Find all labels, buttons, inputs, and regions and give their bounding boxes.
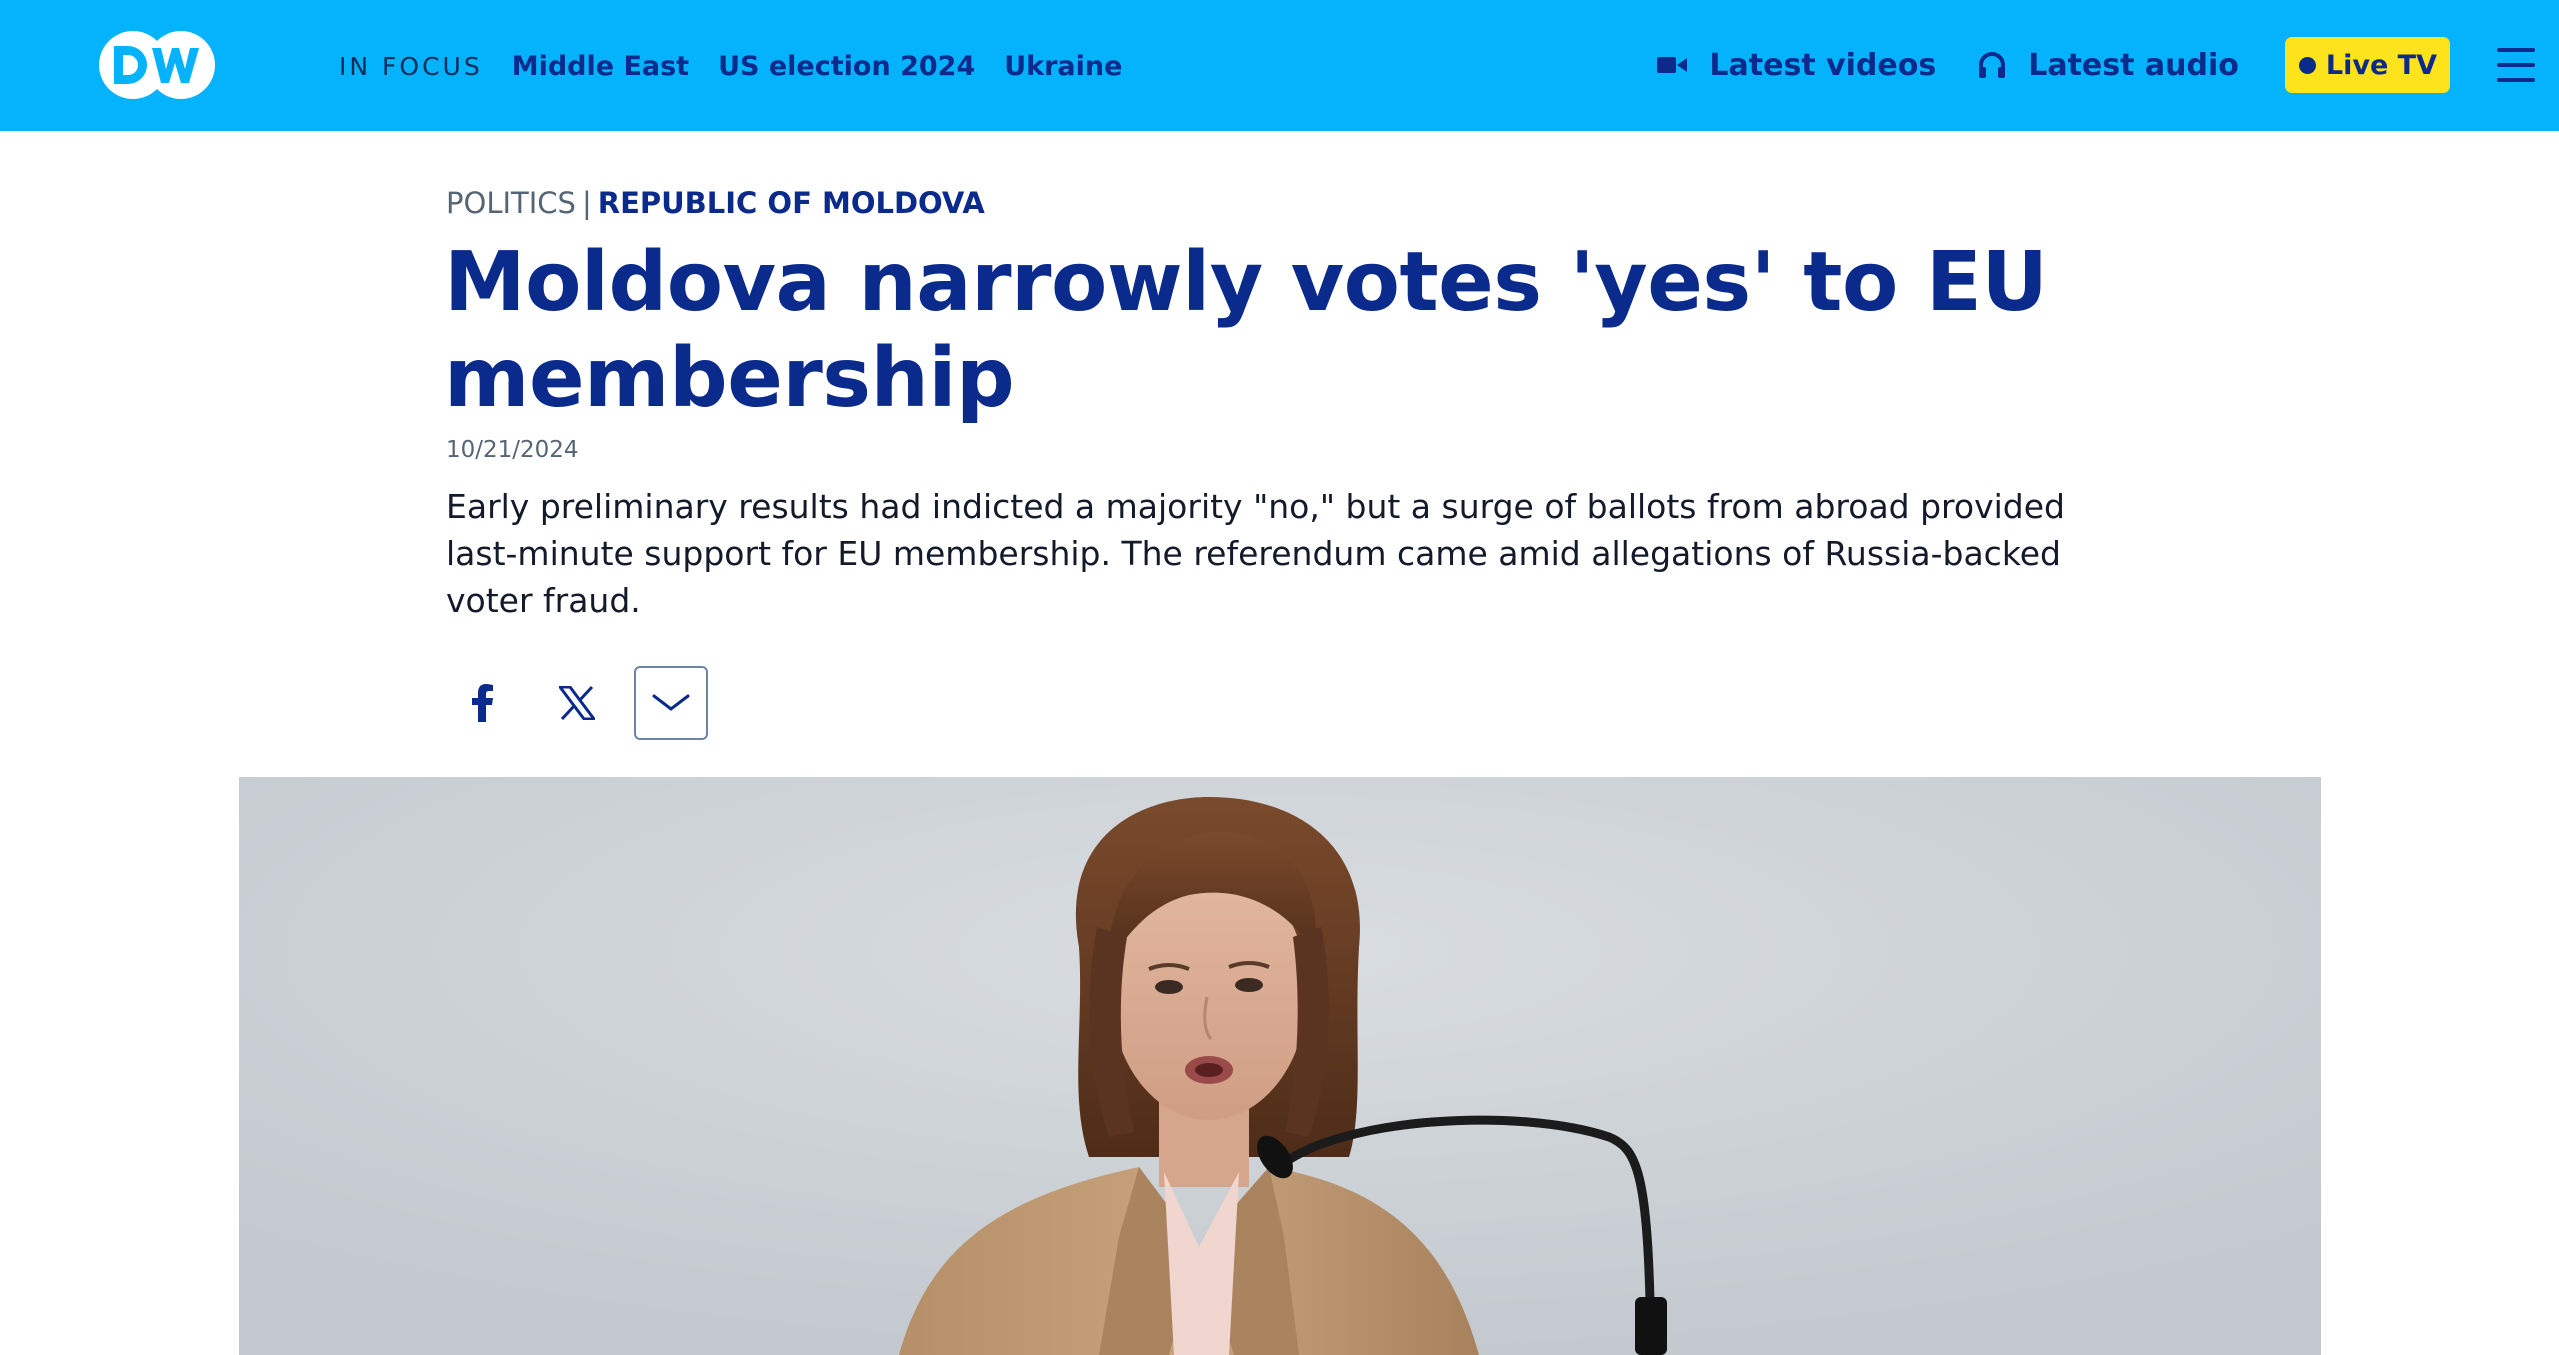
latest-audio-label: Latest audio: [2028, 47, 2239, 83]
live-dot-icon: [2298, 56, 2316, 74]
chevron-down-icon: [652, 694, 690, 711]
nav-link-middle-east[interactable]: Middle East: [512, 51, 689, 82]
share-bar: [446, 666, 708, 740]
header-actions: Latest videos Latest audio Live TV: [1657, 36, 2559, 94]
latest-videos-link[interactable]: Latest videos: [1657, 48, 1936, 83]
article-teaser: Early preliminary results had indicted a…: [446, 487, 2065, 620]
article-kicker: POLITICS | REPUBLIC OF MOLDOVA: [446, 186, 985, 220]
in-focus-nav: IN FOCUS Middle East US election 2024 Uk…: [339, 47, 1122, 85]
x-icon: [559, 686, 595, 720]
dw-logo[interactable]: [97, 29, 217, 101]
x-share-button[interactable]: [540, 666, 614, 740]
region-link[interactable]: REPUBLIC OF MOLDOVA: [598, 186, 985, 220]
latest-videos-label: Latest videos: [1709, 47, 1937, 83]
latest-audio-link[interactable]: Latest audio: [1978, 48, 2239, 83]
nav-link-ukraine[interactable]: Ukraine: [1004, 51, 1122, 82]
category-label: POLITICS: [446, 186, 576, 220]
video-camera-icon: [1657, 57, 1688, 73]
hamburger-menu-icon[interactable]: [2497, 48, 2535, 82]
hero-photo: [239, 777, 2321, 1355]
live-tv-button[interactable]: Live TV: [2284, 37, 2450, 93]
nav-link-us-election[interactable]: US election 2024: [718, 51, 975, 82]
share-more-button[interactable]: [634, 666, 708, 740]
facebook-share-button[interactable]: [446, 666, 520, 740]
article-date: 10/21/2024: [446, 437, 579, 463]
article-headline: Moldova narrowly votes 'yes' to EU membe…: [444, 235, 2048, 426]
kicker-separator: |: [581, 186, 592, 220]
headphones-icon: [1979, 52, 2006, 78]
live-tv-label: Live TV: [2325, 49, 2437, 81]
hero-image: [239, 777, 2321, 1355]
facebook-icon: [472, 684, 493, 722]
in-focus-label: IN FOCUS: [339, 51, 483, 81]
site-header: IN FOCUS Middle East US election 2024 Uk…: [0, 0, 2559, 131]
